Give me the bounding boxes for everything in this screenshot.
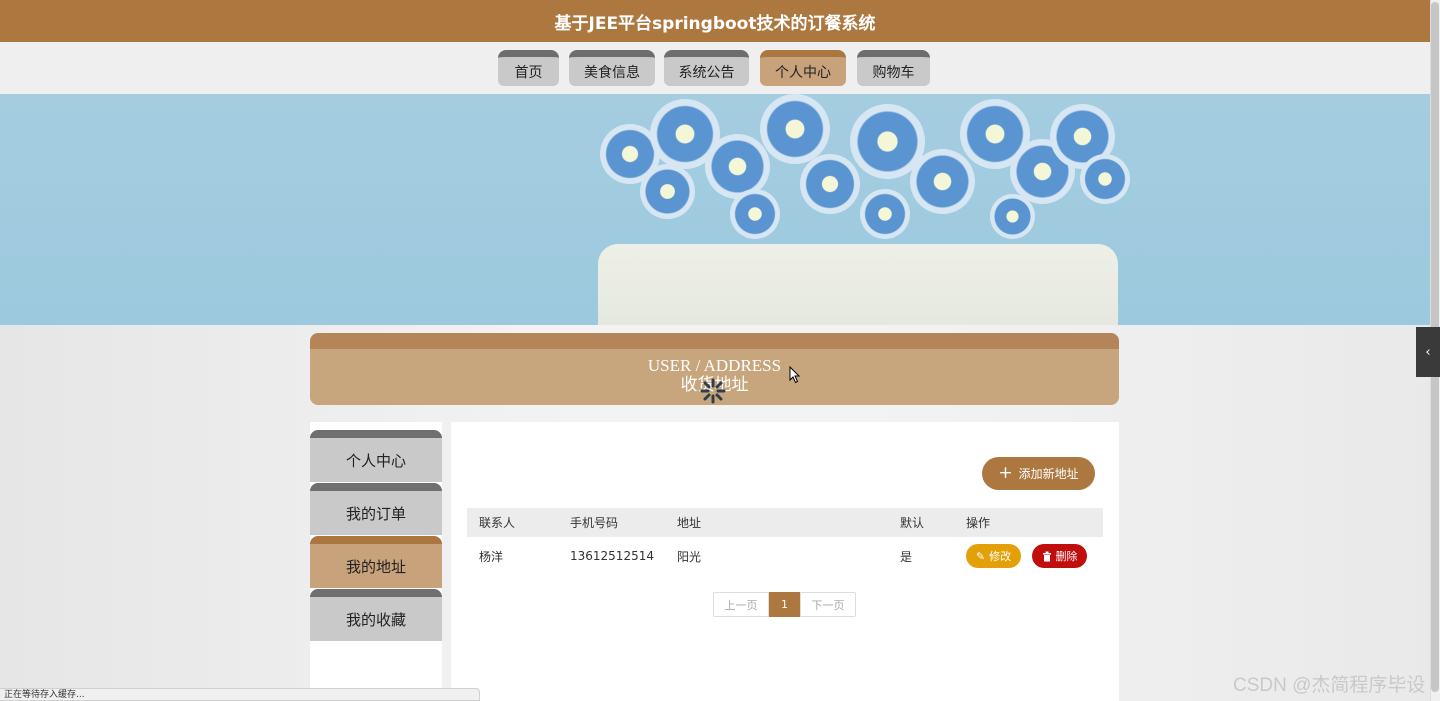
cake-image (598, 244, 1118, 325)
add-address-button[interactable]: + 添加新地址 (982, 457, 1095, 490)
cell-default: 是 (900, 549, 913, 564)
chevron-left-icon: ‹ (1425, 344, 1431, 360)
nav-tab-food[interactable]: 美食信息 (569, 50, 655, 86)
flower-decoration (640, 164, 695, 219)
pagination: 上一页 1 下一页 (713, 592, 856, 617)
collapse-toggle-button[interactable]: ‹ (1416, 327, 1440, 377)
mouse-cursor-icon (789, 366, 801, 384)
table-header: 联系人 手机号码 地址 默认 操作 (467, 508, 1103, 537)
pencil-icon: ✎ (975, 549, 986, 563)
cell-address: 阳光 (677, 549, 702, 564)
pager-next[interactable]: 下一页 (800, 592, 856, 617)
pager-prev[interactable]: 上一页 (713, 592, 769, 617)
browser-status-bar: 正在等待存入缓存... (0, 688, 480, 701)
nav-tab-personal-center[interactable]: 个人中心 (760, 50, 846, 86)
loading-spinner-icon (700, 378, 726, 404)
nav-tab-notice[interactable]: 系统公告 (664, 50, 749, 86)
site-title: 基于JEE平台springboot技术的订餐系统 (0, 0, 1430, 42)
sidebar-item-address[interactable]: 我的地址 (310, 536, 442, 588)
edit-label: 修改 (989, 550, 1012, 563)
pager-page-1[interactable]: 1 (769, 592, 800, 617)
table-row: 杨洋 13612512514 阳光 是 ✎ 修改 删除 (467, 542, 1103, 570)
address-panel: + 添加新地址 联系人 手机号码 地址 默认 操作 杨洋 13612512514… (451, 422, 1119, 701)
nav-tab-cart[interactable]: 购物车 (857, 50, 930, 86)
trash-icon (1042, 551, 1051, 561)
add-address-label: 添加新地址 (1018, 467, 1079, 481)
hero-banner (0, 94, 1430, 325)
sidebar-item-favorites[interactable]: 我的收藏 (310, 589, 442, 641)
user-sidebar: 个人中心 我的订单 我的地址 我的收藏 (310, 422, 442, 701)
col-actions: 操作 (966, 516, 991, 530)
col-contact: 联系人 (479, 516, 516, 530)
sidebar-item-orders[interactable]: 我的订单 (310, 483, 442, 535)
flower-decoration (800, 154, 860, 214)
plus-icon: + (998, 463, 1013, 483)
flower-decoration (730, 189, 780, 239)
col-address: 地址 (677, 516, 702, 530)
col-phone: 手机号码 (570, 516, 619, 530)
delete-button[interactable]: 删除 (1032, 544, 1087, 568)
flower-decoration (1080, 154, 1130, 204)
flower-decoration (990, 194, 1035, 239)
sidebar-item-personal-center[interactable]: 个人中心 (310, 430, 442, 482)
top-nav: 首页 美食信息 系统公告 个人中心 购物车 (0, 42, 1430, 94)
nav-tab-home[interactable]: 首页 (498, 50, 559, 86)
flower-decoration (760, 94, 830, 164)
flower-decoration (910, 149, 975, 214)
cell-phone: 13612512514 (570, 549, 654, 563)
delete-label: 删除 (1055, 550, 1078, 563)
flower-decoration (860, 189, 910, 239)
section-title-en: USER / ADDRESS (647, 356, 782, 375)
cell-contact: 杨洋 (479, 549, 504, 564)
col-default: 默认 (900, 516, 925, 530)
watermark: CSDN @杰简程序毕设 (1233, 675, 1426, 696)
edit-button[interactable]: ✎ 修改 (966, 544, 1021, 568)
